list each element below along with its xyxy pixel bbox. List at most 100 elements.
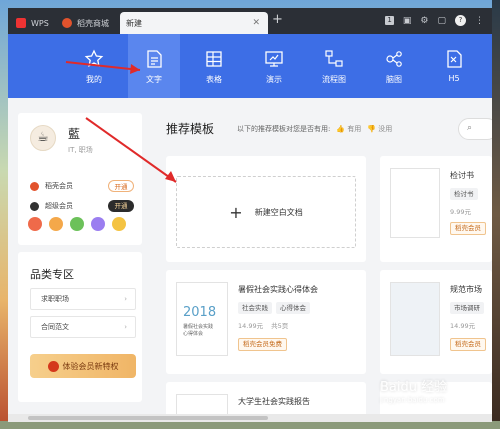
category-mindmap[interactable]: 脑图 (368, 34, 420, 98)
service-icon-1[interactable] (28, 217, 42, 231)
open-super-member-button[interactable]: 开通 (108, 200, 134, 212)
template-tag: 心得体会 (276, 302, 310, 314)
badge-count[interactable]: 1 (385, 16, 394, 25)
template-thumbnail: 2018 暑假社会实践 心得体会 (176, 282, 228, 356)
useless-label: 没用 (378, 125, 393, 133)
member-free-badge: 稻壳会员 (450, 338, 486, 351)
zone-item-contract[interactable]: 合同范文 › (30, 316, 136, 338)
tab-new[interactable]: 新建 ✕ (120, 12, 268, 34)
template-price: 14.99元 (238, 322, 264, 330)
table-icon (206, 51, 222, 67)
template-card[interactable]: 2018 暑假社会实践 心得体会 暑假社会实践心得体会 社会实践 心得体会 14… (166, 270, 366, 374)
template-meta: 9.99元 (450, 206, 471, 216)
search-box[interactable]: ⌕ (458, 118, 492, 140)
plus-icon: + (229, 202, 243, 222)
user-tags: IT, 职场 (68, 146, 93, 154)
zone-title: 品类专区 (30, 268, 74, 281)
template-name: 规范市场 (450, 285, 482, 294)
template-name: 大学生社会实践报告 (238, 397, 310, 406)
title-tab-bar: WPS 稻壳商城 新建 ✕ + 1 ▣ ⚙ ▢ ? ⋮ (8, 8, 492, 34)
recommend-title: 推荐模板 (166, 122, 215, 136)
cover-year: 2018 (183, 305, 217, 320)
useful-label: 有用 (347, 125, 362, 133)
template-tags: 市场调研 (450, 302, 484, 314)
template-thumbnail (390, 168, 440, 238)
template-pages: 共5页 (271, 322, 289, 330)
wps-logo-icon (16, 18, 26, 28)
category-label: 文字 (146, 75, 162, 84)
template-card[interactable]: 规范市场 市场调研 14.99元 稻壳会员 (380, 270, 492, 374)
category-label: 表格 (206, 75, 222, 84)
h5-icon (447, 50, 462, 68)
template-card[interactable]: 检讨书 检讨书 9.99元 稻壳会员 (380, 156, 492, 262)
docer-member-icon (30, 181, 39, 191)
service-icon-5[interactable] (112, 217, 126, 231)
category-label: 脑图 (386, 75, 402, 84)
recommend-feedback: 以下的推荐模板对您是否有用: 👍 有用 👎 没用 (237, 124, 392, 134)
category-text[interactable]: 文字 (128, 34, 180, 98)
template-thumbnail (390, 282, 440, 356)
close-tab-icon[interactable]: ✕ (252, 18, 260, 28)
tab-docer-store[interactable]: 稻壳商城 (56, 12, 118, 34)
zone-item-job[interactable]: 求职职场 › (30, 288, 136, 310)
user-avatar-small[interactable]: ? (455, 15, 466, 26)
new-blank-document-button[interactable]: + 新建空白文档 (176, 176, 356, 248)
member-label: 稻壳会员 (45, 182, 73, 190)
docer-member-row: 稻壳会员 开通 (30, 179, 134, 193)
docer-logo-icon (62, 18, 72, 28)
service-icon-3[interactable] (70, 217, 84, 231)
template-tags: 社会实践 心得体会 (238, 302, 310, 314)
new-tab-plus-icon[interactable]: + (272, 13, 283, 26)
user-panel: ☕ 藍 IT, 职场 稻壳会员 开通 超级会员 开通 (18, 113, 142, 245)
category-zone: 品类专区 求职职场 › 合同范文 › 体验会员新特权 (18, 252, 142, 402)
menu-icon[interactable]: ⋮ (475, 16, 484, 26)
document-icon (147, 50, 162, 68)
tab-wps[interactable]: WPS (10, 12, 54, 34)
wps-window: WPS 稻壳商城 新建 ✕ + 1 ▣ ⚙ ▢ ? ⋮ 我的 文字 表格 演示 … (8, 8, 492, 422)
search-icon: ⌕ (467, 123, 473, 133)
baidu-watermark: Baidu 经验 jingyan.baidu.com (380, 376, 492, 426)
member-free-badge: 稻壳会员 (450, 222, 486, 235)
service-icon-2[interactable] (49, 217, 63, 231)
template-price: 9.99元 (450, 208, 471, 216)
category-sheet[interactable]: 表格 (188, 34, 240, 98)
category-h5[interactable]: H5 (428, 34, 480, 98)
category-label: 演示 (266, 75, 282, 84)
window-icon[interactable]: ▢ (437, 16, 446, 26)
category-label: 我的 (86, 75, 102, 84)
window-toolbar: 1 ▣ ⚙ ▢ ? ⋮ (385, 15, 484, 26)
category-flowchart[interactable]: 流程图 (308, 34, 360, 98)
skin-icon[interactable]: ▣ (403, 16, 412, 26)
feedback-question: 以下的推荐模板对您是否有用: (237, 125, 331, 133)
watermark-main: Baidu 经验 (380, 380, 448, 395)
flowchart-icon (325, 50, 343, 67)
scrollbar-thumb[interactable] (28, 416, 268, 420)
category-presentation[interactable]: 演示 (248, 34, 300, 98)
template-meta: 14.99元 (450, 320, 475, 330)
template-tag: 市场调研 (450, 302, 484, 314)
category-label: 流程图 (322, 75, 346, 84)
member-label: 超级会员 (45, 202, 73, 210)
watermark-sub: jingyan.baidu.com (380, 396, 445, 404)
chevron-right-icon: › (124, 323, 127, 331)
avatar[interactable]: ☕ (30, 125, 56, 151)
tab-label: 稻壳商城 (77, 18, 109, 28)
new-blank-label: 新建空白文档 (254, 207, 303, 217)
service-icons (28, 217, 126, 231)
template-price: 14.99元 (450, 322, 476, 330)
open-docer-member-button[interactable]: 开通 (108, 180, 134, 192)
useful-button[interactable]: 👍 有用 (336, 124, 361, 134)
super-member-row: 超级会员 开通 (30, 199, 134, 213)
vip-button-label: 体验会员新特权 (62, 361, 119, 371)
tab-label: WPS (31, 18, 49, 28)
presentation-icon (265, 51, 283, 67)
settings-icon[interactable]: ⚙ (420, 16, 428, 26)
useless-button[interactable]: 👎 没用 (367, 124, 392, 134)
vip-trial-button[interactable]: 体验会员新特权 (30, 354, 136, 378)
category-mine[interactable]: 我的 (68, 34, 120, 98)
member-free-badge: 稻壳会员免费 (238, 338, 287, 351)
service-icon-4[interactable] (91, 217, 105, 231)
zone-item-label: 合同范文 (41, 323, 69, 331)
category-label: H5 (448, 74, 460, 83)
cover-title: 暑假社会实践 心得体会 (183, 324, 214, 337)
